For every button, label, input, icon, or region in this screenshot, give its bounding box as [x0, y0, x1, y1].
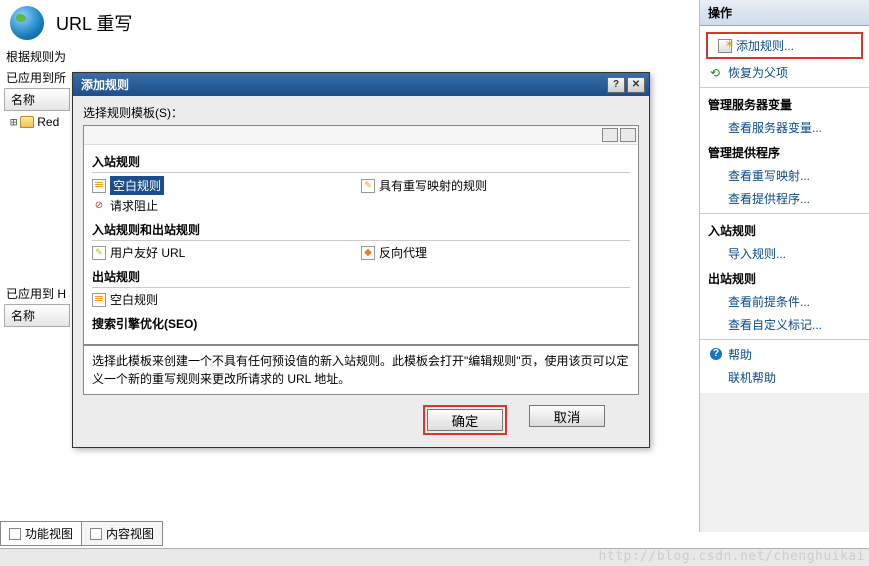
sidebar-restore-parent[interactable]: 恢复为父项 [700, 61, 869, 84]
dialog-help-button[interactable]: ? [607, 77, 625, 93]
add-rule-dialog: 添加规则 ? ✕ 选择规则模板(S)： 入站规则 [72, 72, 650, 448]
sidebar-view-providers[interactable]: 查看提供程序... [700, 187, 869, 210]
feature-view-icon [9, 528, 21, 540]
section-seo: 搜索引擎优化(SEO) [92, 309, 630, 334]
watermark: http://blog.csdn.net/chenghuikai [599, 549, 865, 564]
content-view-icon [90, 528, 102, 540]
sidebar-section-inbound: 入站规则 [700, 217, 869, 242]
sidebar-view-conditions[interactable]: 查看前提条件... [700, 290, 869, 313]
sidebar-header: 操作 [700, 0, 869, 26]
sidebar-help[interactable]: 帮助 [700, 343, 869, 366]
tree-item-label: Red [37, 115, 59, 129]
section-inbound: 入站规则 [92, 147, 630, 173]
sidebar-section-vars: 管理服务器变量 [700, 91, 869, 116]
sidebar-view-tags[interactable]: 查看自定义标记... [700, 313, 869, 336]
dialog-close-button[interactable]: ✕ [627, 77, 645, 93]
template-label: 选择规则模板(S)： [83, 104, 639, 121]
cancel-button[interactable]: 取消 [529, 405, 605, 427]
template-friendly-url[interactable]: 用户友好 URL [92, 243, 361, 262]
proxy-icon: ◆ [361, 246, 375, 260]
url-rewrite-icon [10, 6, 44, 40]
sidebar-section-providers: 管理提供程序 [700, 139, 869, 164]
ok-button[interactable]: 确定 [427, 409, 503, 431]
column-header-name-2[interactable]: 名称 [4, 304, 70, 327]
sidebar-view-vars[interactable]: 查看服务器变量... [700, 116, 869, 139]
ok-highlight: 确定 [423, 405, 507, 435]
template-blank-rule-label: 空白规则 [110, 176, 164, 195]
template-friendly-url-label: 用户友好 URL [110, 244, 185, 261]
template-mapping-rule-label: 具有重写映射的规则 [379, 177, 487, 194]
sidebar-section-outbound: 出站规则 [700, 265, 869, 290]
tab-feature-view[interactable]: 功能视图 [0, 521, 82, 546]
sidebar-import-rules[interactable]: 导入规则... [700, 242, 869, 265]
template-request-block[interactable]: ⊘ 请求阻止 [92, 196, 361, 215]
template-outbound-blank-label: 空白规则 [110, 291, 158, 308]
document-icon [92, 179, 106, 193]
template-outbound-blank[interactable]: 空白规则 [92, 290, 361, 309]
template-mapping-rule[interactable]: 具有重写映射的规则 [361, 175, 630, 196]
edit-icon [92, 246, 106, 260]
section-inbound-outbound: 入站规则和出站规则 [92, 215, 630, 241]
folder-icon [20, 116, 34, 128]
template-reverse-proxy-label: 反向代理 [379, 244, 427, 261]
dialog-title: 添加规则 [81, 76, 607, 93]
template-request-block-label: 请求阻止 [110, 197, 158, 214]
sidebar-view-mapping[interactable]: 查看重写映射... [700, 164, 869, 187]
document-icon [92, 293, 106, 307]
template-list: 入站规则 空白规则 具有重写映射的规则 [83, 125, 639, 345]
view-list-button[interactable] [620, 128, 636, 142]
sidebar-online-help[interactable]: 联机帮助 [700, 366, 869, 389]
expand-icon[interactable]: ⊞ [10, 115, 17, 129]
column-header-name[interactable]: 名称 [4, 88, 70, 111]
denied-icon: ⊘ [92, 199, 106, 213]
template-blank-rule[interactable]: 空白规则 [92, 175, 361, 196]
section-outbound: 出站规则 [92, 262, 630, 288]
edit-icon [361, 179, 375, 193]
info-line-1: 根据规则为 [0, 46, 699, 67]
template-reverse-proxy[interactable]: ◆ 反向代理 [361, 243, 630, 262]
view-icons-button[interactable] [602, 128, 618, 142]
page-title: URL 重写 [56, 10, 132, 36]
sidebar-add-rule[interactable]: ＊添加规则... [708, 34, 861, 57]
template-description: 选择此模板来创建一个不具有任何预设值的新入站规则。此模板会打开"编辑规则"页，使… [83, 345, 639, 395]
add-rule-highlight: ＊添加规则... [706, 32, 863, 59]
actions-sidebar: 操作 ＊添加规则... 恢复为父项 管理服务器变量 查看服务器变量... 管理提… [699, 0, 869, 532]
tab-content-view[interactable]: 内容视图 [81, 521, 163, 546]
